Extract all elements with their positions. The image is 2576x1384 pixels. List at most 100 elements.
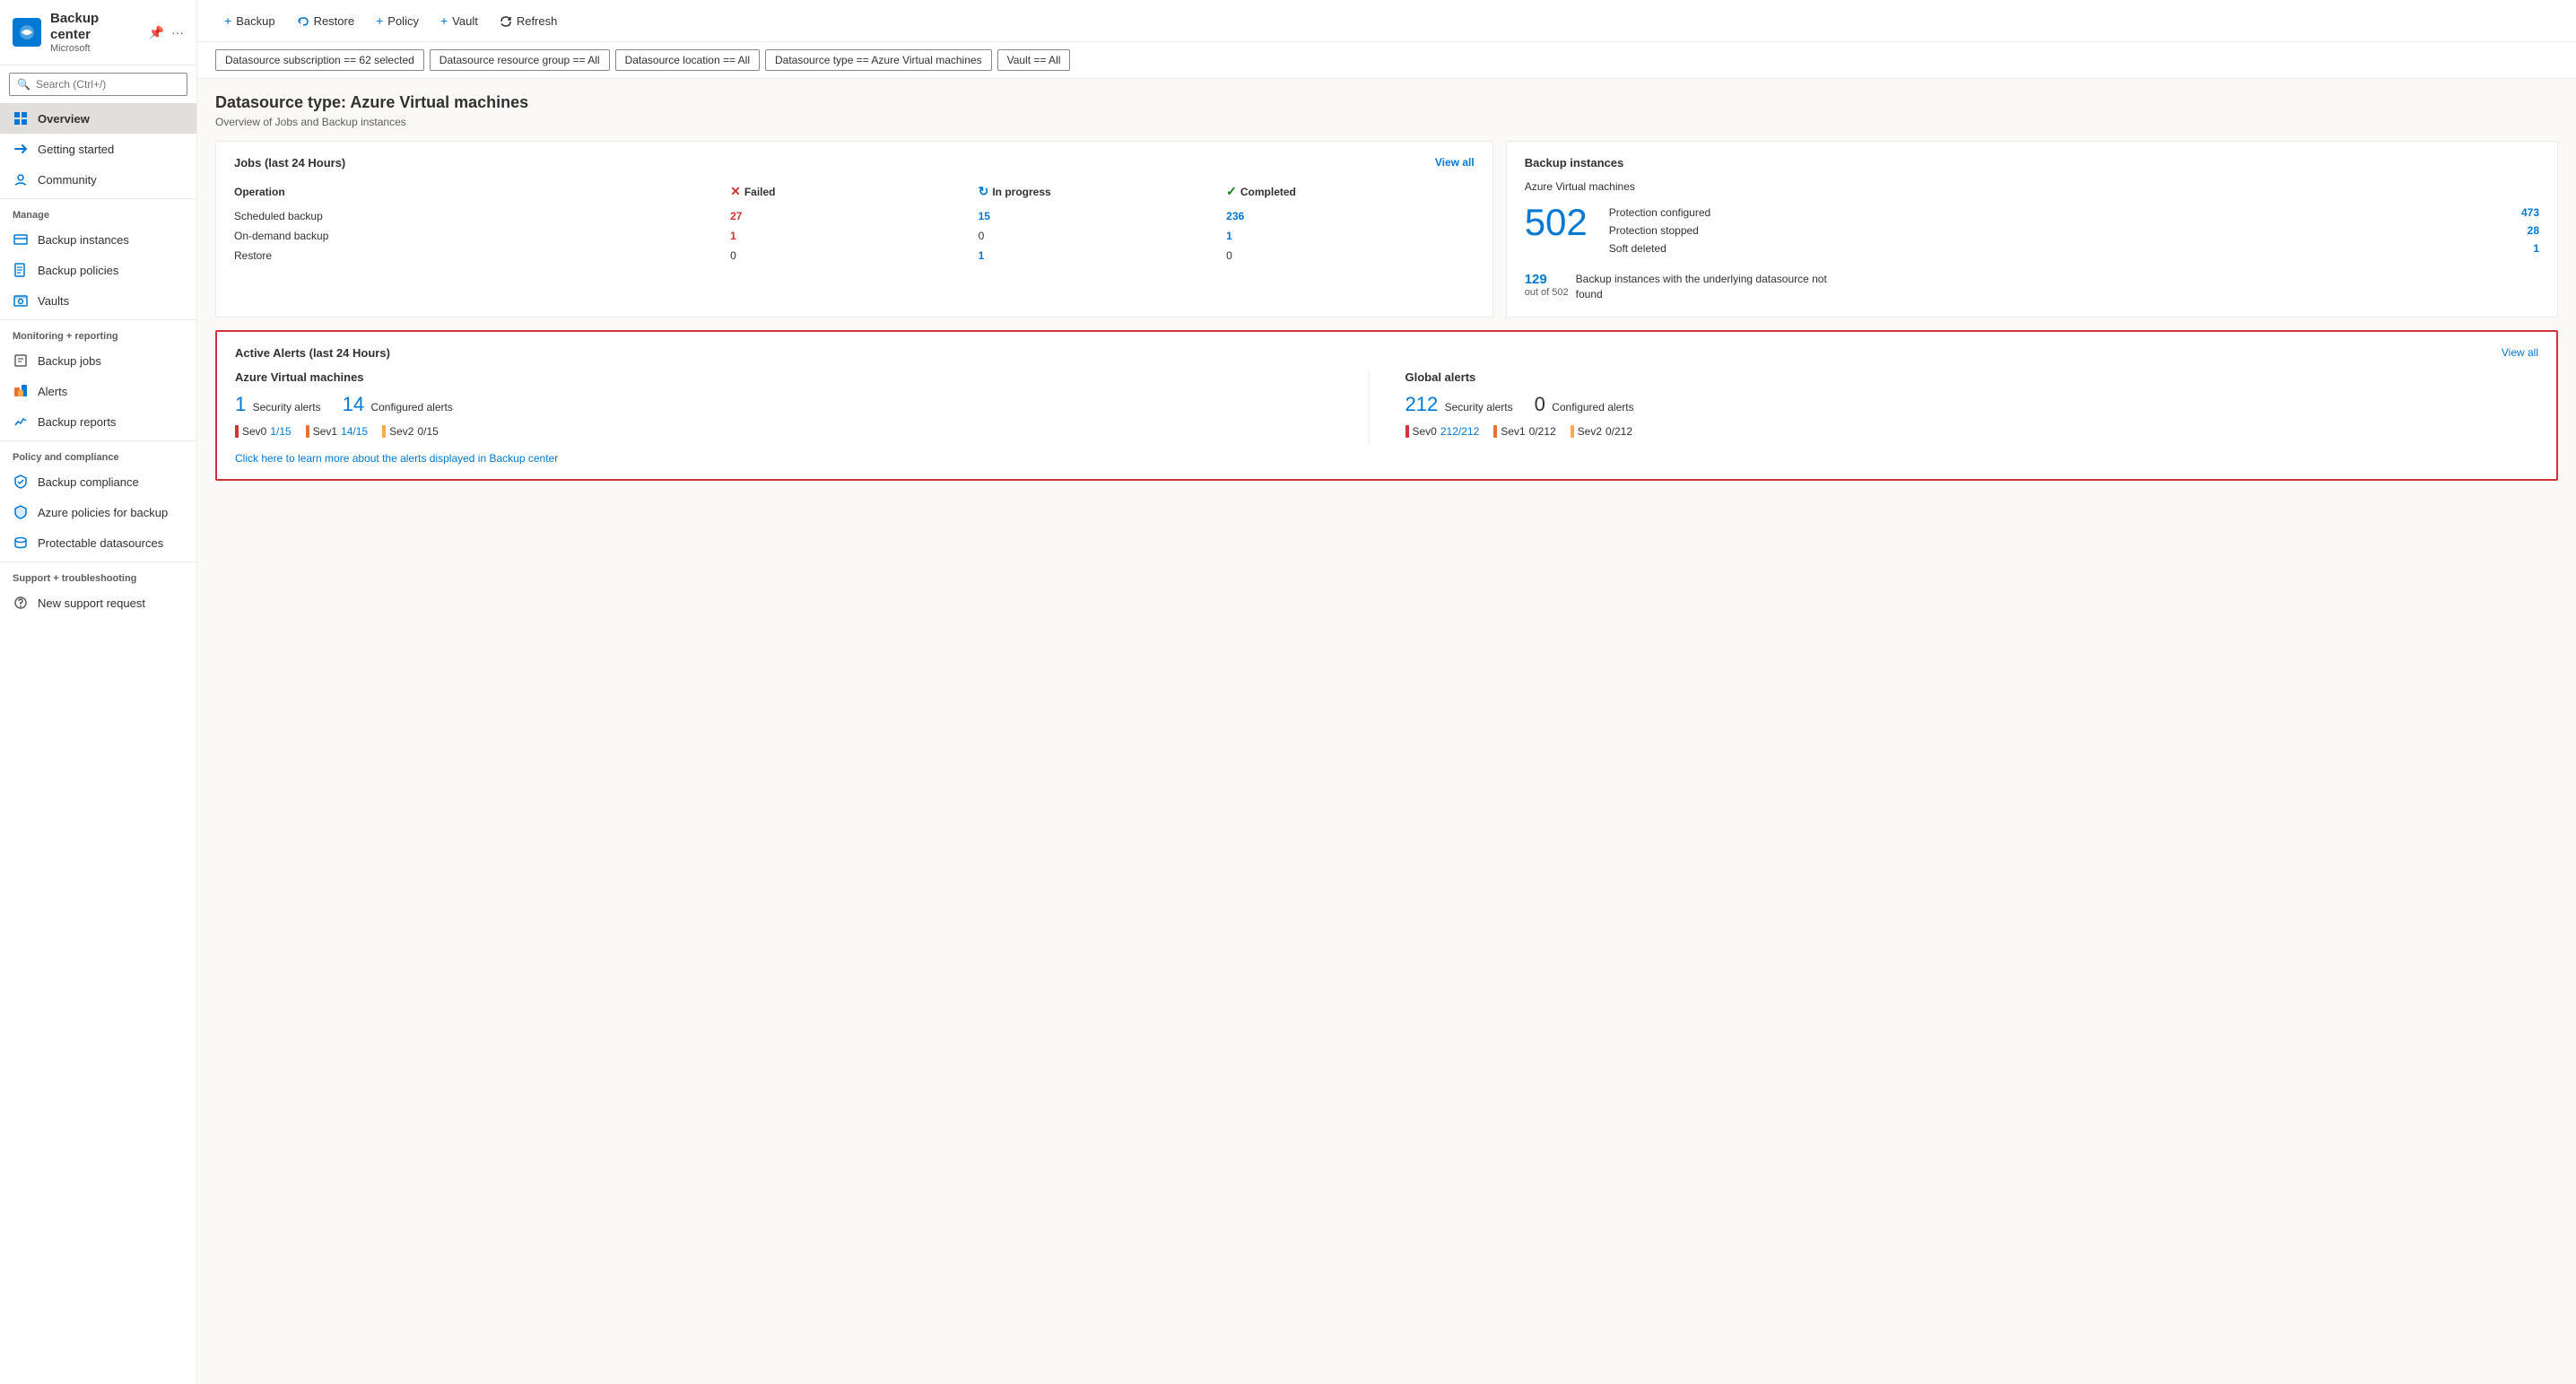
more-icon[interactable]: ··· xyxy=(171,25,184,40)
sidebar-item-getting-started[interactable]: Getting started xyxy=(0,134,196,164)
sev-item: Sev2 0/15 xyxy=(382,425,439,438)
global-security-count[interactable]: 212 xyxy=(1405,393,1439,415)
bi-type: Azure Virtual machines xyxy=(1525,180,2539,193)
sidebar-item-label: Alerts xyxy=(38,385,67,398)
sev-label: Sev1 xyxy=(313,425,337,438)
jobs-table: Operation ✕ Failed ↻ xyxy=(234,180,1475,265)
community-icon xyxy=(13,171,29,187)
filter-vault[interactable]: Vault == All xyxy=(997,49,1071,71)
backup-instances-card: Backup instances Azure Virtual machines … xyxy=(1506,141,2558,318)
job-completed[interactable]: 236 xyxy=(1226,206,1475,226)
filter-location[interactable]: Datasource location == All xyxy=(615,49,760,71)
alerts-global-sev-row: Sev0 212/212 Sev1 0/212 Sev2 0/212 xyxy=(1405,425,2539,438)
bi-detail-row: Protection configured 473 xyxy=(1609,204,2539,222)
manage-section: Manage xyxy=(0,198,196,224)
alerts-learn-more-link[interactable]: Click here to learn more about the alert… xyxy=(235,452,2538,465)
bi-row-value[interactable]: 28 xyxy=(2528,224,2539,237)
bi-footer-count[interactable]: 129 xyxy=(1525,272,1569,287)
bi-row-label: Protection configured xyxy=(1609,206,1710,219)
sidebar-item-backup-instances[interactable]: Backup instances xyxy=(0,224,196,255)
bi-main: 502 Protection configured 473 Protection… xyxy=(1525,204,2539,257)
jobs-icon xyxy=(13,353,29,369)
job-failed[interactable]: 1 xyxy=(730,226,979,246)
table-row: On-demand backup 1 0 1 xyxy=(234,226,1475,246)
sidebar-item-protectable-datasources[interactable]: Protectable datasources xyxy=(0,527,196,558)
job-progress[interactable]: 1 xyxy=(979,246,1227,265)
alerts-global-configured: 0 Configured alerts xyxy=(1535,393,1634,416)
filter-resource-group[interactable]: Datasource resource group == All xyxy=(430,49,610,71)
policy-section: Policy and compliance xyxy=(0,440,196,466)
sev-bar xyxy=(382,425,386,438)
sidebar-item-label: Protectable datasources xyxy=(38,536,163,550)
job-progress[interactable]: 15 xyxy=(979,206,1227,226)
sidebar-item-label: Backup reports xyxy=(38,415,116,429)
search-box[interactable]: 🔍 xyxy=(9,73,187,96)
support-section: Support + troubleshooting xyxy=(0,561,196,588)
policies-icon xyxy=(13,262,29,278)
bi-row-value[interactable]: 1 xyxy=(2533,242,2539,255)
job-completed[interactable]: 1 xyxy=(1226,226,1475,246)
refresh-button[interactable]: Refresh xyxy=(491,9,567,32)
policy-button[interactable]: + Policy xyxy=(367,9,428,32)
bi-footer: 129 out of 502 Backup instances with the… xyxy=(1525,272,2539,302)
plus-icon-3: + xyxy=(440,13,448,28)
sidebar-item-label: Getting started xyxy=(38,143,114,156)
app-subtitle: Microsoft xyxy=(50,43,140,54)
vault-button[interactable]: + Vault xyxy=(431,9,487,32)
alerts-card: Active Alerts (last 24 Hours) View all A… xyxy=(215,330,2558,481)
filter-subscription[interactable]: Datasource subscription == 62 selected xyxy=(215,49,424,71)
restore-button[interactable]: Restore xyxy=(288,9,364,32)
vaults-icon xyxy=(13,292,29,309)
job-operation: Scheduled backup xyxy=(234,206,730,226)
job-failed[interactable]: 27 xyxy=(730,206,979,226)
reports-icon xyxy=(13,413,29,430)
global-configured-count[interactable]: 0 xyxy=(1535,393,1545,415)
azure-configured-count[interactable]: 14 xyxy=(343,393,364,415)
alerts-view-all[interactable]: View all xyxy=(2502,346,2538,359)
sidebar-item-community[interactable]: Community xyxy=(0,164,196,195)
sev-item: Sev1 0/212 xyxy=(1493,425,1555,438)
col-completed-header: ✓ Completed xyxy=(1226,180,1475,206)
search-input[interactable] xyxy=(36,78,179,91)
sidebar-item-overview[interactable]: Overview xyxy=(0,103,196,134)
sidebar-item-label: Backup jobs xyxy=(38,354,101,368)
sidebar-item-backup-compliance[interactable]: Backup compliance xyxy=(0,466,196,497)
sidebar-item-backup-policies[interactable]: Backup policies xyxy=(0,255,196,285)
sidebar-item-label: Overview xyxy=(38,112,90,126)
jobs-view-all[interactable]: View all xyxy=(1435,156,1475,169)
failed-icon: ✕ xyxy=(730,184,741,199)
jobs-card: Jobs (last 24 Hours) View all Operation … xyxy=(215,141,1493,318)
sidebar-item-azure-policies[interactable]: Azure policies for backup xyxy=(0,497,196,527)
sev-value[interactable]: 212/212 xyxy=(1440,425,1479,438)
sidebar-item-alerts[interactable]: Alerts xyxy=(0,376,196,406)
sidebar-item-new-support-request[interactable]: New support request xyxy=(0,588,196,618)
sev-value: 0/212 xyxy=(1529,425,1556,438)
backup-button[interactable]: + Backup xyxy=(215,9,284,32)
plus-icon-2: + xyxy=(376,13,383,28)
sev-label: Sev1 xyxy=(1501,425,1525,438)
sev-value[interactable]: 14/15 xyxy=(341,425,368,438)
alerts-title: Active Alerts (last 24 Hours) xyxy=(235,346,390,360)
sev-value[interactable]: 1/15 xyxy=(270,425,291,438)
sidebar-item-vaults[interactable]: Vaults xyxy=(0,285,196,316)
compliance-icon xyxy=(13,474,29,490)
bi-row-value[interactable]: 473 xyxy=(2521,206,2539,219)
bi-footer-text: Backup instances with the underlying dat… xyxy=(1576,272,1845,302)
alerts-global-title: Global alerts xyxy=(1405,370,2539,384)
azure-security-count[interactable]: 1 xyxy=(235,393,246,415)
sidebar-item-backup-reports[interactable]: Backup reports xyxy=(0,406,196,437)
filter-type[interactable]: Datasource type == Azure Virtual machine… xyxy=(765,49,992,71)
pin-icon[interactable]: 📌 xyxy=(149,25,164,40)
table-row: Restore 0 1 0 xyxy=(234,246,1475,265)
datasources-icon xyxy=(13,535,29,551)
jobs-card-title: Jobs (last 24 Hours) View all xyxy=(234,156,1475,170)
app-logo xyxy=(13,18,41,47)
sidebar-item-backup-jobs[interactable]: Backup jobs xyxy=(0,345,196,376)
monitoring-section: Monitoring + reporting xyxy=(0,319,196,345)
alerts-azure-security: 1 Security alerts xyxy=(235,393,321,416)
sidebar-item-label: Vaults xyxy=(38,294,69,308)
cards-row: Jobs (last 24 Hours) View all Operation … xyxy=(215,141,2558,318)
col-progress-header: ↻ In progress xyxy=(979,180,1227,206)
bi-total-count[interactable]: 502 xyxy=(1525,204,1588,241)
sev-label: Sev2 xyxy=(389,425,413,438)
